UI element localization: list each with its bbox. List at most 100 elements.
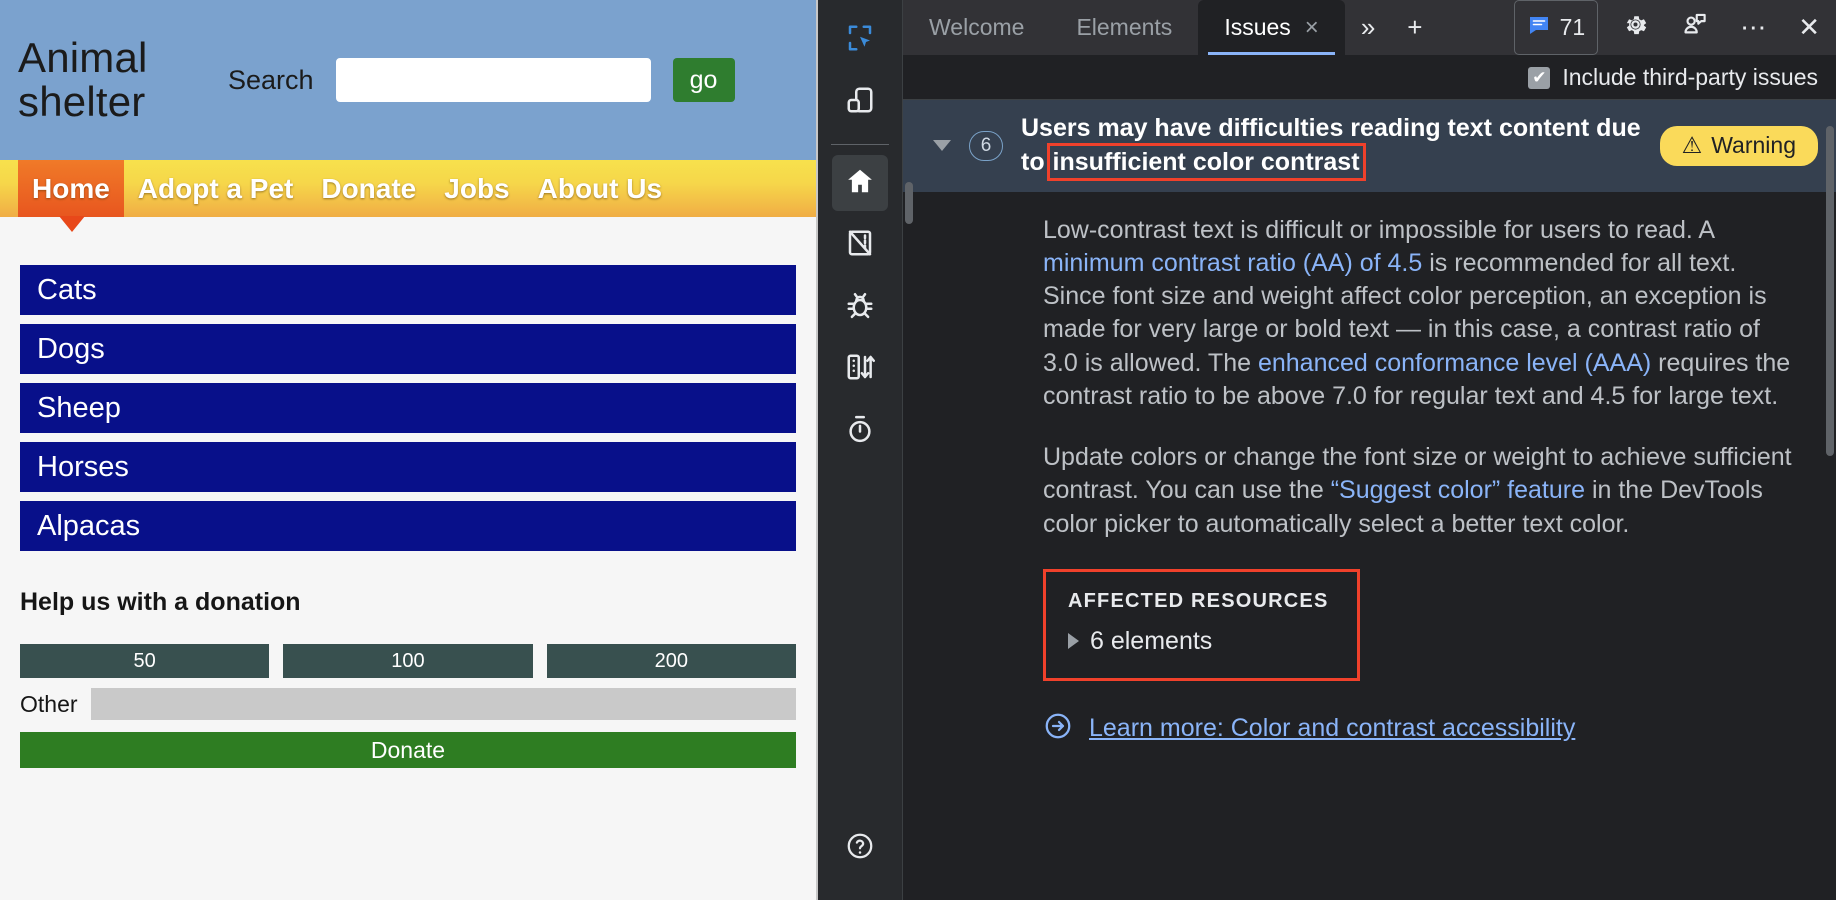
page-content: Cats Dogs Sheep Horses Alpacas Help us w… <box>0 217 816 768</box>
sidebar-item-issues[interactable] <box>832 279 888 335</box>
network-icon <box>845 352 875 387</box>
devtools-main: Welcome Elements Issues × » + <box>903 0 1836 900</box>
search-label: Search <box>228 65 314 96</box>
issues-scrollbar[interactable] <box>1824 100 1836 900</box>
console-messages-badge[interactable]: 71 <box>1514 0 1599 55</box>
feedback-button[interactable] <box>1665 0 1724 55</box>
home-icon <box>845 166 875 201</box>
tab-issues[interactable]: Issues × <box>1198 0 1345 55</box>
device-toolbar-button[interactable] <box>832 74 888 130</box>
tab-elements-label: Elements <box>1076 14 1172 41</box>
site-header: Animal shelter Search go <box>0 0 816 160</box>
issues-bug-icon <box>845 290 875 325</box>
animal-category-list: Cats Dogs Sheep Horses Alpacas <box>20 265 796 551</box>
include-third-party-issues-label: Include third-party issues <box>1562 64 1818 91</box>
more-options-icon: ⋯ <box>1740 12 1766 43</box>
device-toolbar-icon <box>845 85 875 120</box>
category-item-dogs[interactable]: Dogs <box>20 324 796 374</box>
tab-welcome[interactable]: Welcome <box>903 0 1050 55</box>
affected-resources-count: 6 elements <box>1090 627 1212 656</box>
nav-item-jobs[interactable]: Jobs <box>430 160 523 217</box>
issue-title-annotated-phrase: insufficient color contrast <box>1052 148 1361 176</box>
close-icon[interactable]: × <box>1305 16 1319 40</box>
rail-divider <box>831 144 889 145</box>
sidebar-item-performance[interactable] <box>832 403 888 459</box>
issue-left-scrollbar[interactable] <box>905 182 913 224</box>
more-options-button[interactable]: ⋯ <box>1724 0 1782 55</box>
donation-amount-200[interactable]: 200 <box>547 644 796 678</box>
para1-text-1: Low-contrast text is difficult or imposs… <box>1043 216 1714 244</box>
chevron-right-icon[interactable] <box>1068 633 1079 649</box>
include-third-party-issues-toggle[interactable]: ✔ Include third-party issues <box>1528 64 1818 91</box>
search-input[interactable] <box>336 58 651 102</box>
devtools-tabbar: Welcome Elements Issues × » + <box>903 0 1836 56</box>
category-item-alpacas[interactable]: Alpacas <box>20 501 796 551</box>
issue-header-row[interactable]: 6 Users may have difficulties reading te… <box>903 100 1836 192</box>
donation-amount-100[interactable]: 100 <box>283 644 532 678</box>
screen: Animal shelter Search go Home Adopt a Pe… <box>0 0 1836 900</box>
learn-more-link[interactable]: Learn more: Color and contrast accessibi… <box>1089 714 1575 743</box>
nav-item-donate[interactable]: Donate <box>307 160 430 217</box>
affected-resources-expander[interactable]: 6 elements <box>1068 627 1329 656</box>
settings-button[interactable] <box>1606 0 1665 55</box>
close-devtools-button[interactable]: ✕ <box>1782 0 1836 55</box>
checkbox-checked-icon[interactable]: ✔ <box>1528 67 1550 89</box>
link-suggest-color-feature[interactable]: “Suggest color” feature <box>1331 476 1585 504</box>
tab-issues-label: Issues <box>1224 14 1290 41</box>
sidebar-item-network[interactable] <box>832 341 888 397</box>
nav-item-adopt-a-pet[interactable]: Adopt a Pet <box>124 160 308 217</box>
category-item-cats[interactable]: Cats <box>20 265 796 315</box>
donation-amount-row: 50 100 200 <box>20 644 796 678</box>
performance-timer-icon <box>845 414 875 449</box>
tabbar-spacer <box>1438 0 1505 55</box>
issues-toolbar: ✔ Include third-party issues <box>903 56 1836 100</box>
site-nav: Home Adopt a Pet Donate Jobs About Us <box>0 160 816 217</box>
inspect-element-button[interactable] <box>832 12 888 68</box>
brand-line-1: Animal <box>18 36 198 80</box>
devtools-body: Welcome Elements Issues × » + <box>818 0 1836 900</box>
tab-elements[interactable]: Elements <box>1050 0 1198 55</box>
donation-other-input[interactable] <box>91 688 796 720</box>
tab-welcome-label: Welcome <box>929 14 1024 41</box>
chevron-down-icon[interactable] <box>933 140 951 151</box>
sidebar-item-welcome[interactable] <box>832 155 888 211</box>
search-area: Search go <box>228 58 735 102</box>
sidebar-item-elements[interactable] <box>832 217 888 273</box>
chevron-double-right-icon: » <box>1361 12 1375 43</box>
donation-amount-50[interactable]: 50 <box>20 644 269 678</box>
link-minimum-contrast-ratio[interactable]: minimum contrast ratio (AA) of 4.5 <box>1043 249 1422 277</box>
help-circle-icon <box>845 831 875 866</box>
issue-paragraph-1: Low-contrast text is difficult or imposs… <box>1043 214 1796 414</box>
web-page-preview: Animal shelter Search go Home Adopt a Pe… <box>0 0 818 900</box>
brand-line-2: shelter <box>18 80 198 124</box>
nav-item-about-us[interactable]: About Us <box>524 160 676 217</box>
plus-icon: + <box>1407 12 1422 43</box>
category-item-sheep[interactable]: Sheep <box>20 383 796 433</box>
donate-submit-button[interactable]: Donate <box>20 732 796 768</box>
link-enhanced-conformance-level[interactable]: enhanced conformance level (AAA) <box>1258 349 1651 377</box>
status-badge: ⚠ Warning <box>1660 126 1818 166</box>
feedback-icon <box>1681 11 1708 45</box>
category-item-horses[interactable]: Horses <box>20 442 796 492</box>
console-message-count: 71 <box>1560 14 1586 41</box>
affected-resources-title: AFFECTED RESOURCES <box>1068 590 1329 613</box>
new-tab-button[interactable]: + <box>1391 0 1438 55</box>
console-message-icon <box>1527 13 1551 43</box>
issues-list: 6 Users may have difficulties reading te… <box>903 100 1836 900</box>
site-logo: Animal shelter <box>18 36 198 124</box>
nav-item-home[interactable]: Home <box>18 160 124 217</box>
search-go-button[interactable]: go <box>673 58 735 102</box>
more-tabs-button[interactable]: » <box>1345 0 1391 55</box>
help-button[interactable] <box>832 820 888 876</box>
issue-title: Users may have difficulties reading text… <box>1021 112 1641 180</box>
warning-triangle-icon: ⚠ <box>1682 132 1703 159</box>
close-icon: ✕ <box>1798 12 1820 43</box>
arrow-circle-right-icon <box>1043 711 1073 746</box>
donation-other-row: Other <box>20 688 796 720</box>
inspect-element-icon <box>845 23 875 58</box>
devtools-panel: Welcome Elements Issues × » + <box>818 0 1836 900</box>
issues-scrollbar-thumb[interactable] <box>1826 126 1834 456</box>
learn-more-row[interactable]: Learn more: Color and contrast accessibi… <box>1043 711 1796 746</box>
donation-heading: Help us with a donation <box>20 588 796 617</box>
issue-paragraph-2: Update colors or change the font size or… <box>1043 441 1796 541</box>
